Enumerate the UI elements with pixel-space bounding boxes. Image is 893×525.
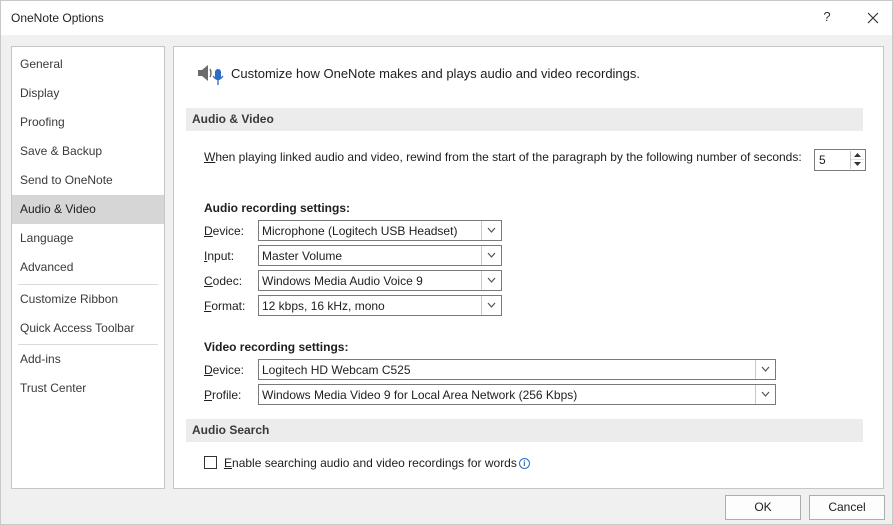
rewind-seconds-value[interactable]: 5: [819, 153, 826, 167]
dropdown-button[interactable]: [481, 246, 501, 265]
audio-format-label: Format:: [204, 299, 245, 313]
video-profile-label: Profile:: [204, 388, 241, 402]
audio-device-label: Device:: [204, 224, 244, 238]
speaker-microphone-icon: [198, 65, 224, 85]
video-profile-select[interactable]: Windows Media Video 9 for Local Area Net…: [258, 384, 776, 405]
stepper-down-button[interactable]: [851, 160, 864, 169]
access-key: D: [204, 224, 213, 238]
access-key: E: [224, 456, 233, 470]
chevron-down-icon: [487, 302, 496, 308]
label-text: evice:: [212, 224, 245, 238]
chevron-down-icon: [761, 366, 770, 372]
label-text: ormat:: [211, 299, 246, 313]
close-button[interactable]: [863, 8, 883, 28]
cancel-button[interactable]: Cancel: [809, 495, 885, 520]
access-key: P: [204, 388, 213, 402]
title-bar: OneNote Options ?: [1, 1, 892, 35]
video-device-label: Device:: [204, 363, 244, 377]
dropdown-button[interactable]: [755, 360, 775, 379]
options-sidebar: General Display Proofing Save & Backup S…: [11, 46, 165, 489]
sidebar-item-quick-access-toolbar[interactable]: Quick Access Toolbar: [12, 314, 164, 343]
stepper-up-button[interactable]: [851, 151, 864, 160]
access-key: C: [204, 274, 213, 288]
rewind-access-key: W: [204, 150, 216, 164]
video-recording-heading: Video recording settings:: [204, 340, 349, 354]
chevron-down-icon: [487, 277, 496, 283]
audio-codec-select[interactable]: Windows Media Audio Voice 9: [258, 270, 502, 291]
label-text: odec:: [212, 274, 243, 288]
video-profile-value: Windows Media Video 9 for Local Area Net…: [262, 388, 578, 402]
audio-codec-label: Codec:: [204, 274, 242, 288]
sidebar-item-save-backup[interactable]: Save & Backup: [12, 137, 164, 166]
label-text: nput:: [207, 249, 235, 263]
close-icon[interactable]: [867, 12, 879, 24]
section-header-audio-video: Audio & Video: [186, 108, 863, 131]
info-icon[interactable]: i: [518, 458, 530, 469]
help-button[interactable]: ?: [817, 9, 837, 27]
sidebar-item-proofing[interactable]: Proofing: [12, 108, 164, 137]
audio-input-label: Input:: [204, 249, 234, 263]
sidebar-item-customize-ribbon[interactable]: Customize Ribbon: [12, 285, 164, 314]
sidebar-item-audio-video[interactable]: Audio & Video: [12, 195, 164, 224]
label-text: nable searching audio and video recordin…: [232, 456, 517, 470]
rewind-label-text: hen playing linked audio and video, rewi…: [215, 150, 802, 164]
sidebar-item-language[interactable]: Language: [12, 224, 164, 253]
audio-device-select[interactable]: Microphone (Logitech USB Headset): [258, 220, 502, 241]
dropdown-button[interactable]: [481, 271, 501, 290]
audio-format-value: 12 kbps, 16 kHz, mono: [262, 299, 385, 313]
dropdown-button[interactable]: [481, 296, 501, 315]
dropdown-button[interactable]: [755, 385, 775, 404]
stepper-buttons: [850, 151, 864, 169]
sidebar-item-send-to-onenote[interactable]: Send to OneNote: [12, 166, 164, 195]
options-content-panel: Customize how OneNote makes and plays au…: [173, 46, 884, 489]
label-text: rofile:: [212, 388, 242, 402]
audio-input-value: Master Volume: [262, 249, 343, 263]
section-header-audio-search: Audio Search: [186, 419, 863, 442]
video-device-select[interactable]: Logitech HD Webcam C525: [258, 359, 776, 380]
page-description: Customize how OneNote makes and plays au…: [231, 66, 641, 81]
enable-audio-search-label[interactable]: Enable searching audio and video recordi…: [224, 456, 530, 470]
video-device-value: Logitech HD Webcam C525: [262, 363, 411, 377]
access-key: D: [204, 363, 213, 377]
chevron-down-icon: [487, 252, 496, 258]
sidebar-item-general[interactable]: General: [12, 50, 164, 79]
sidebar-item-trust-center[interactable]: Trust Center: [12, 374, 164, 403]
dropdown-button[interactable]: [481, 221, 501, 240]
ok-button[interactable]: OK: [725, 495, 801, 520]
enable-audio-search-checkbox[interactable]: [204, 456, 217, 469]
chevron-down-icon: [761, 391, 770, 397]
rewind-seconds-stepper[interactable]: 5: [814, 149, 866, 171]
window-title: OneNote Options: [11, 11, 104, 25]
audio-codec-value: Windows Media Audio Voice 9: [262, 274, 423, 288]
sidebar-item-display[interactable]: Display: [12, 79, 164, 108]
rewind-label: When playing linked audio and video, rew…: [204, 150, 804, 164]
audio-input-select[interactable]: Master Volume: [258, 245, 502, 266]
audio-device-value: Microphone (Logitech USB Headset): [262, 224, 458, 238]
audio-format-select[interactable]: 12 kbps, 16 kHz, mono: [258, 295, 502, 316]
sidebar-item-add-ins[interactable]: Add-ins: [12, 345, 164, 374]
audio-recording-heading: Audio recording settings:: [204, 201, 351, 215]
onenote-options-dialog: OneNote Options ? General Display Proofi…: [0, 0, 893, 525]
chevron-down-icon: [487, 227, 496, 233]
triangle-up-icon: [854, 153, 861, 157]
sidebar-item-advanced[interactable]: Advanced: [12, 253, 164, 282]
label-text: evice:: [212, 363, 245, 377]
triangle-down-icon: [854, 162, 861, 166]
